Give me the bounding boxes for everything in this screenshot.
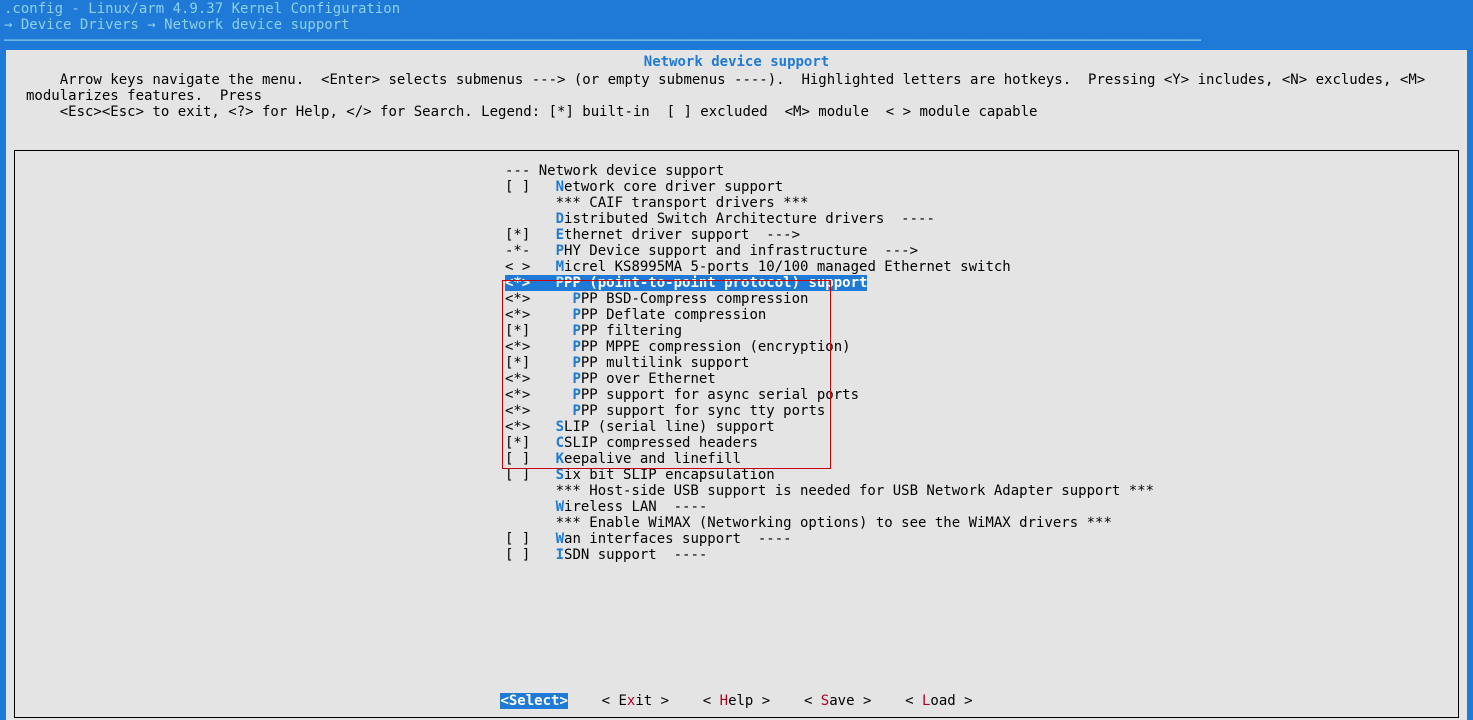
menu-item[interactable]: [*] CSLIP compressed headers	[15, 435, 1458, 451]
menu-item[interactable]: [*] PPP multilink support	[15, 355, 1458, 371]
content-area: Network device support Arrow keys naviga…	[6, 50, 1467, 720]
menu-item[interactable]: < > Micrel KS8995MA 5-ports 10/100 manag…	[15, 259, 1458, 275]
menu-item[interactable]: <*> PPP Deflate compression	[15, 307, 1458, 323]
menu-item[interactable]: <*> PPP over Ethernet	[15, 371, 1458, 387]
menu-item[interactable]: [ ] Keepalive and linefill	[15, 451, 1458, 467]
button-spacer	[770, 693, 804, 709]
menu-item[interactable]: *** Host-side USB support is needed for …	[15, 483, 1458, 499]
menu-item[interactable]: [ ] Network core driver support	[15, 179, 1458, 195]
section-title: Network device support	[6, 50, 1467, 70]
menu-item[interactable]: <*> PPP support for async serial ports	[15, 387, 1458, 403]
menu-item[interactable]: <*> PPP MPPE compression (encryption)	[15, 339, 1458, 355]
help-text: Arrow keys navigate the menu. <Enter> se…	[6, 70, 1467, 126]
menu-item[interactable]: *** CAIF transport drivers ***	[15, 195, 1458, 211]
titlebar-title: .config - Linux/arm 4.9.37 Kernel Config…	[4, 1, 1469, 17]
menu-item[interactable]: [ ] Wan interfaces support ----	[15, 531, 1458, 547]
button-spacer	[669, 693, 703, 709]
menu-item[interactable]: *** Enable WiMAX (Networking options) to…	[15, 515, 1458, 531]
button-bar: <Select> < Exit > < Help > < Save > < Lo…	[15, 693, 1458, 709]
help-button[interactable]: < Help >	[703, 693, 770, 709]
menu-item[interactable]: Wireless LAN ----	[15, 499, 1458, 515]
menu-box: --- Network device support[ ] Network co…	[14, 150, 1459, 718]
save-button[interactable]: < Save >	[804, 693, 871, 709]
button-spacer	[871, 693, 905, 709]
load-button[interactable]: < Load >	[905, 693, 972, 709]
menu-item[interactable]: <*> PPP (point-to-point protocol) suppor…	[15, 275, 867, 291]
menu-item[interactable]: [ ] Six bit SLIP encapsulation	[15, 467, 1458, 483]
titlebar: .config - Linux/arm 4.9.37 Kernel Config…	[0, 0, 1473, 50]
menu-item[interactable]: [*] Ethernet driver support --->	[15, 227, 1458, 243]
exit-button[interactable]: < Exit >	[602, 693, 669, 709]
menu-item[interactable]: [ ] ISDN support ----	[15, 547, 1458, 563]
menu-item[interactable]: --- Network device support	[15, 163, 1458, 179]
menu-item[interactable]: -*- PHY Device support and infrastructur…	[15, 243, 1458, 259]
menu-list[interactable]: --- Network device support[ ] Network co…	[15, 151, 1458, 563]
button-spacer	[568, 693, 602, 709]
select-button[interactable]: <Select>	[500, 693, 567, 709]
menu-item[interactable]: <*> PPP support for sync tty ports	[15, 403, 1458, 419]
menu-item[interactable]: <*> SLIP (serial line) support	[15, 419, 1458, 435]
menu-item[interactable]: Distributed Switch Architecture drivers …	[15, 211, 1458, 227]
kernel-config-window: .config - Linux/arm 4.9.37 Kernel Config…	[0, 0, 1473, 706]
menu-item[interactable]: [*] PPP filtering	[15, 323, 1458, 339]
menu-item[interactable]: <*> PPP BSD-Compress compression	[15, 291, 1458, 307]
breadcrumb: → Device Drivers → Network device suppor…	[4, 17, 1469, 49]
